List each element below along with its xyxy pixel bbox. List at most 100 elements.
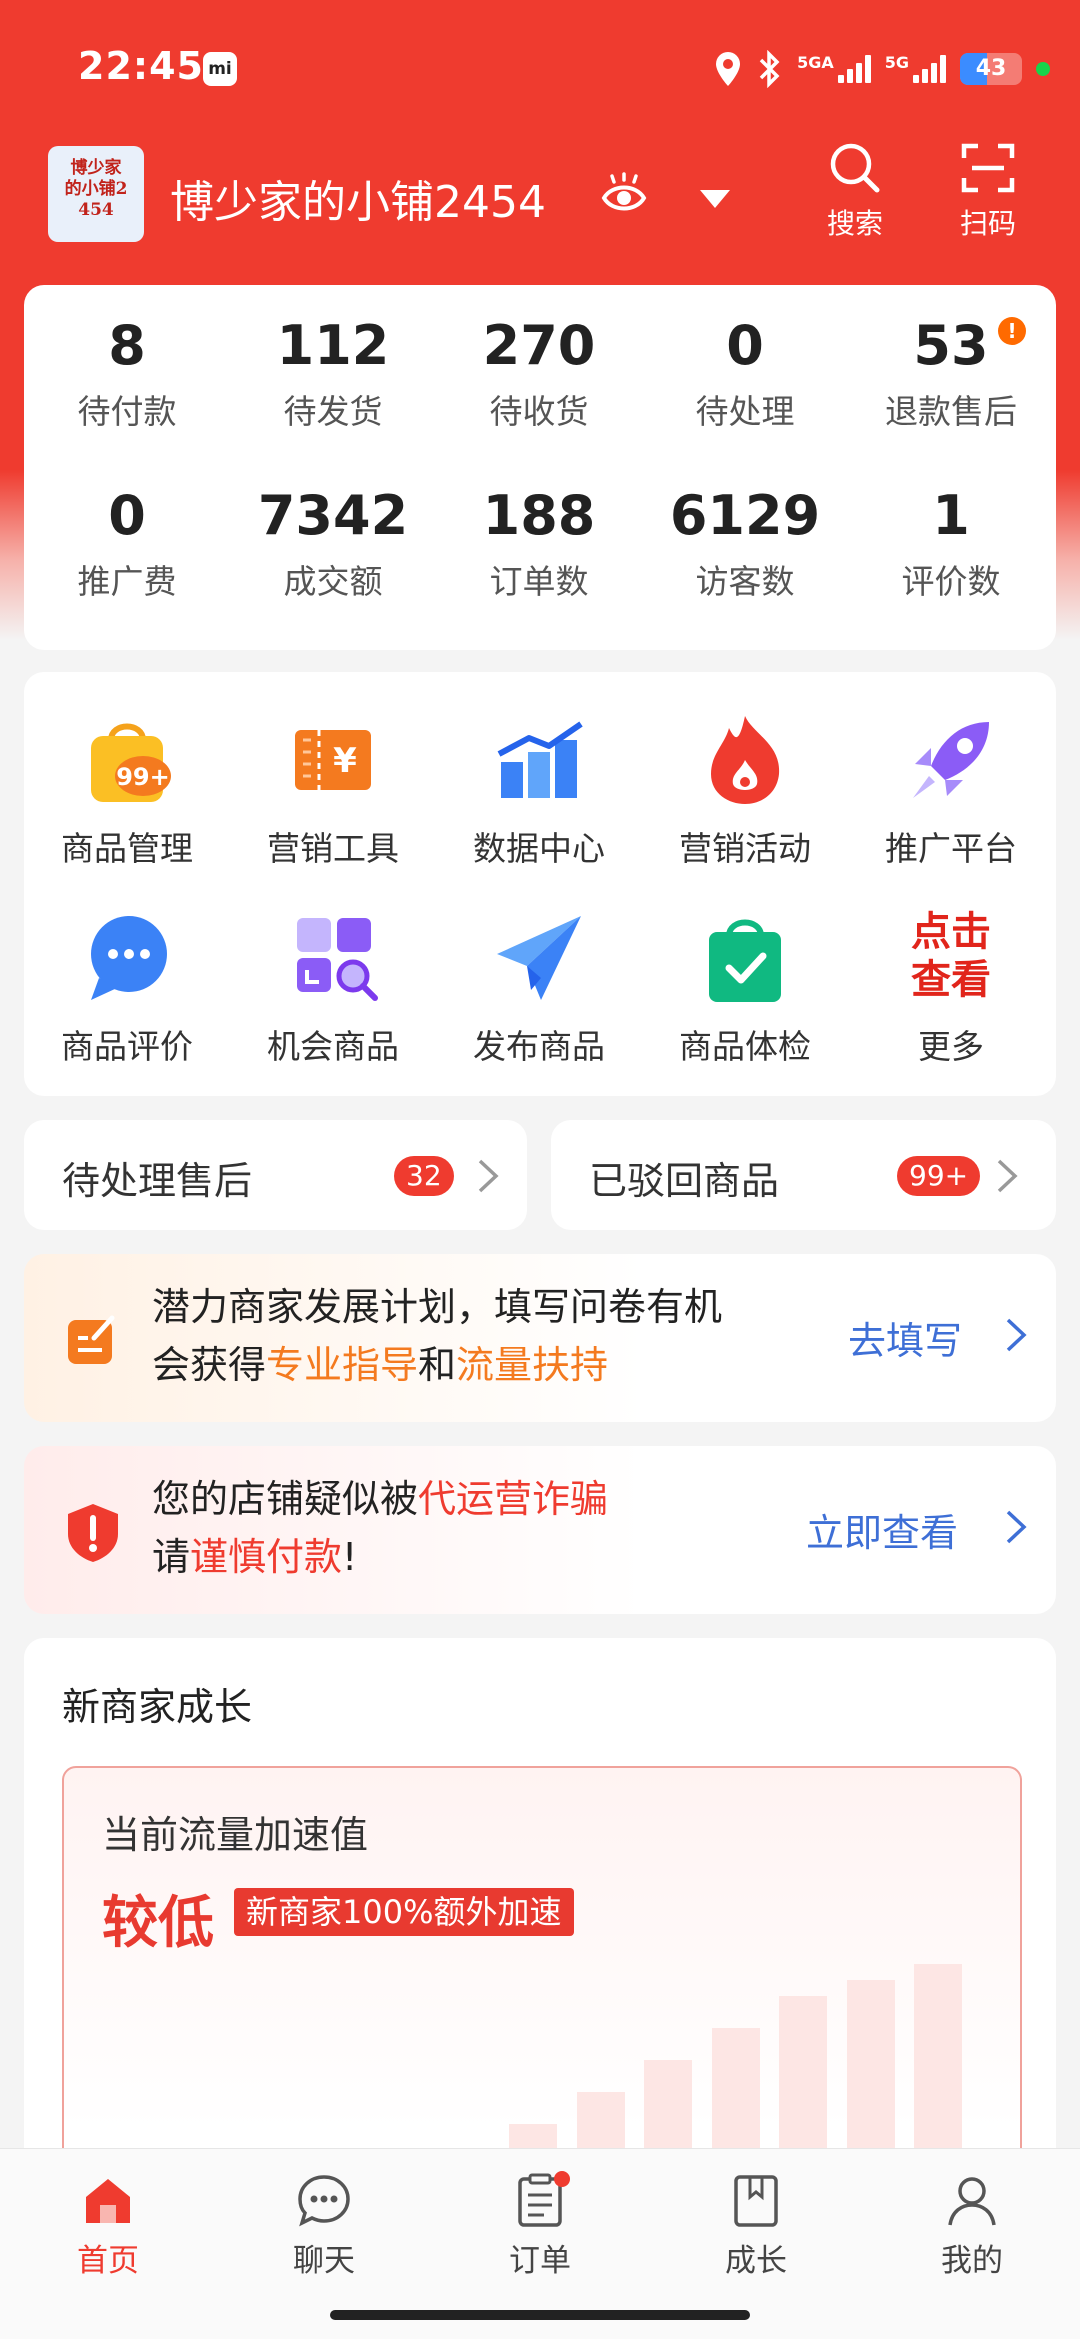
banner2-text: 您的店铺疑似被代运营诈骗 请谨慎付款!: [152, 1470, 608, 1586]
shopping-bag-icon: 99+: [91, 723, 171, 802]
growth-title: 新商家成长: [62, 1685, 253, 1729]
tool-product-management[interactable]: 99+ 商品管理: [24, 710, 230, 870]
tab-orders[interactable]: 订单: [460, 2171, 620, 2280]
banner1-line1: 潜力商家发展计划，填写问卷有机: [152, 1285, 723, 1329]
tool-badge: ¥: [333, 741, 357, 781]
tool-promotion-platform[interactable]: 推广平台: [848, 710, 1054, 870]
banner1-text: 潜力商家发展计划，填写问卷有机 会获得专业指导和流量扶持: [152, 1278, 722, 1394]
tool-label: 更多: [918, 1027, 984, 1066]
bluetooth-icon: [759, 50, 780, 88]
stat-value: 0: [108, 484, 146, 547]
stat-refund-aftersale[interactable]: 53 退款售后 !: [848, 313, 1054, 433]
stat-reviews[interactable]: 1 评价数: [848, 483, 1054, 603]
search-label: 搜索: [826, 207, 883, 240]
tool-data-center[interactable]: 数据中心: [436, 710, 642, 870]
rocket-icon: [913, 722, 989, 798]
more-icon-line-1: 点击: [911, 909, 991, 955]
signal2-bars-icon: [913, 55, 946, 83]
stat-pending-payment[interactable]: 8 待付款: [24, 313, 230, 433]
stat-label: 访客数: [695, 562, 795, 601]
tool-more[interactable]: 点击 查看 更多: [848, 908, 1054, 1068]
banner2-text-c: 请: [152, 1535, 191, 1579]
merchant-plan-banner[interactable]: 潜力商家发展计划，填写问卷有机 会获得专业指导和流量扶持 去填写: [24, 1254, 1056, 1422]
stat-to-process[interactable]: 0 待处理: [642, 313, 848, 433]
eye-icon[interactable]: [600, 172, 648, 220]
traffic-boost-label: 当前流量加速值: [102, 1813, 369, 1857]
chat-icon: [298, 2175, 350, 2227]
pending-aftersale-button[interactable]: 待处理售后 32: [24, 1120, 527, 1230]
status-icons: 5GA 5G 43: [713, 44, 1050, 94]
stat-label: 退款售后: [885, 392, 1017, 431]
stat-value: 112: [276, 314, 390, 377]
banner1-highlight-guidance: 专业指导: [266, 1343, 419, 1387]
notification-dot-icon: [554, 2171, 570, 2187]
tool-marketing-activity[interactable]: 营销活动: [642, 710, 848, 870]
tool-opportunity-products[interactable]: 机会商品: [230, 908, 436, 1068]
tool-publish-product[interactable]: 发布商品: [436, 908, 642, 1068]
tab-chat[interactable]: 聊天: [244, 2171, 404, 2280]
tool-label: 商品体检: [679, 1027, 811, 1066]
home-icon: [86, 2179, 130, 2223]
stat-label: 成交额: [283, 562, 383, 601]
stat-label: 待发货: [283, 392, 383, 431]
stat-label: 待付款: [77, 392, 177, 431]
banner1-highlight-traffic: 流量扶持: [456, 1343, 609, 1387]
stat-to-ship[interactable]: 112 待发货: [230, 313, 436, 433]
view-now-link[interactable]: 立即查看: [806, 1502, 958, 1557]
tab-label: 订单: [509, 2243, 571, 2279]
avatar-line-1: 博少家: [70, 158, 122, 178]
tool-label: 机会商品: [267, 1027, 399, 1066]
pill-badge: 32: [394, 1156, 454, 1196]
banner2-highlight-careful: 谨慎付款: [190, 1535, 343, 1579]
signal-5g: 5G: [885, 55, 946, 83]
shield-warning-icon: [68, 1504, 118, 1562]
banner1-text-c: 和: [418, 1343, 457, 1387]
scan-button[interactable]: 扫码: [948, 140, 1028, 242]
chevron-right-icon: [478, 1159, 499, 1193]
status-time: 22:45: [78, 44, 204, 88]
tool-label: 营销工具: [267, 829, 399, 868]
search-button[interactable]: 搜索: [815, 140, 895, 242]
paper-plane-icon: [497, 916, 581, 1000]
tab-mine[interactable]: 我的: [892, 2171, 1052, 2280]
rejected-products-button[interactable]: 已驳回商品 99+: [551, 1120, 1056, 1230]
pill-label: 已驳回商品: [589, 1159, 780, 1203]
pill-label: 待处理售后: [62, 1159, 253, 1203]
banner2-line2: 请谨慎付款!: [152, 1528, 608, 1586]
chevron-right-icon: [997, 1159, 1018, 1193]
fraud-warning-banner[interactable]: 您的店铺疑似被代运营诈骗 请谨慎付款! 立即查看: [24, 1446, 1056, 1614]
tool-marketing-tools[interactable]: ¥ 营销工具: [230, 710, 436, 870]
grid-search-icon: [297, 918, 378, 1001]
chevron-down-icon[interactable]: [698, 188, 732, 210]
stat-label: 评价数: [901, 562, 1001, 601]
signal1-label: 5GA: [797, 53, 834, 72]
fill-survey-link[interactable]: 去填写: [848, 1310, 962, 1365]
tab-home[interactable]: 首页: [28, 2171, 188, 2280]
tab-label: 我的: [941, 2243, 1003, 2279]
tools-grid: 99+ 商品管理 ¥ 营销工具 数据中心 营销活动 推广平台 商品评价 机会商品…: [24, 672, 1056, 1096]
stat-order-count[interactable]: 188 订单数: [436, 483, 642, 603]
stat-gmv[interactable]: 7342 成交额: [230, 483, 436, 603]
stat-to-receive[interactable]: 270 待收货: [436, 313, 642, 433]
pill-badge: 99+: [897, 1156, 981, 1196]
banner2-text-a: 您的店铺疑似被: [152, 1477, 419, 1521]
stat-value: 270: [482, 314, 596, 377]
stat-value: 8: [108, 314, 146, 377]
tool-label: 发布商品: [473, 1027, 605, 1066]
stat-visitors[interactable]: 6129 访客数: [642, 483, 848, 603]
tool-product-reviews[interactable]: 商品评价: [24, 908, 230, 1068]
tool-label: 推广平台: [885, 829, 1017, 868]
bar-chart-icon: [497, 721, 583, 798]
banner2-line1: 您的店铺疑似被代运营诈骗: [152, 1470, 608, 1528]
tab-growth[interactable]: 成长: [676, 2171, 836, 2280]
store-avatar[interactable]: 博少家 的小铺2 454: [48, 146, 144, 242]
signal1-bars-icon: [837, 55, 871, 83]
tool-product-checkup[interactable]: 商品体检: [642, 908, 848, 1068]
store-name[interactable]: 博少家的小铺2454: [170, 166, 546, 230]
battery-level: 43: [975, 56, 1007, 81]
stat-promotion-fee[interactable]: 0 推广费: [24, 483, 230, 603]
battery-icon: 43: [960, 53, 1022, 85]
store-header: 博少家 的小铺2 454 博少家的小铺2454 搜索 扫码: [0, 130, 1080, 280]
home-indicator[interactable]: [330, 2310, 750, 2320]
chevron-right-icon: [1006, 1510, 1027, 1544]
